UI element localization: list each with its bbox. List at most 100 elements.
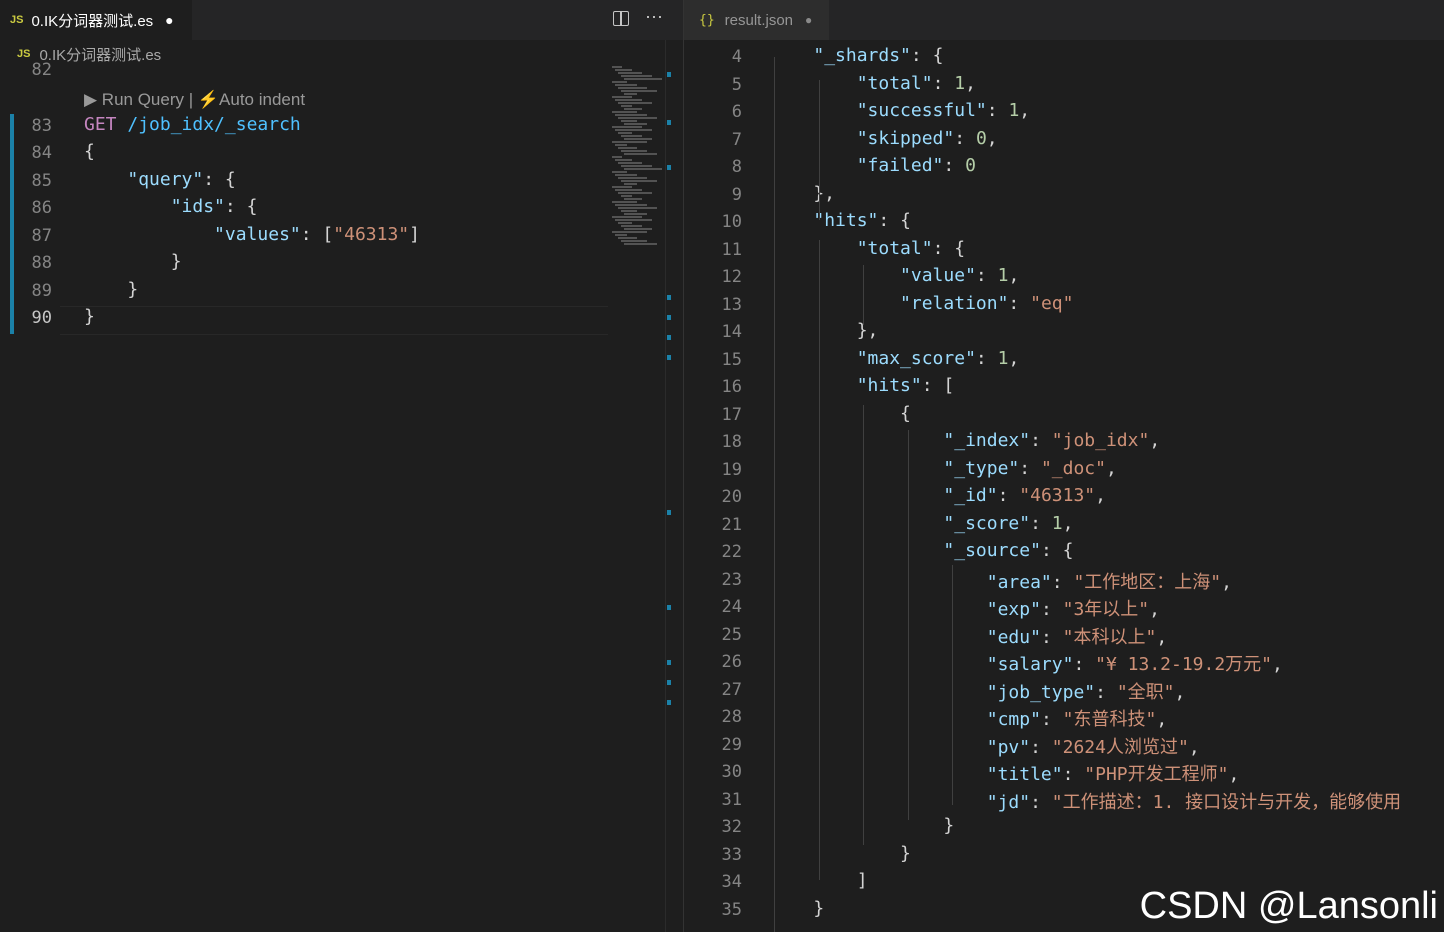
code-token: "hits": [813, 210, 879, 231]
code-line[interactable]: "job_type": "全职",: [770, 678, 1186, 704]
minimap-line: [615, 144, 627, 146]
code-line[interactable]: "max_score": 1,: [770, 347, 1020, 369]
code-line[interactable]: "skipped": 0,: [770, 128, 998, 149]
code-token: "eq": [1030, 292, 1074, 314]
indent-guide: [819, 240, 820, 880]
minimap-line: [615, 174, 637, 176]
minimap-line: [612, 231, 647, 233]
code-token: "skipped": [856, 127, 955, 149]
code-line[interactable]: "_type": "_doc",: [770, 458, 1116, 479]
line-number: 6: [731, 102, 742, 122]
code-line[interactable]: "_index": "job_idx",: [770, 430, 1160, 451]
line-number: 83: [31, 116, 52, 136]
code-token: ,: [1062, 512, 1074, 534]
code-line[interactable]: "failed": 0: [770, 155, 976, 176]
code-line[interactable]: GET /job_idx/_search: [84, 114, 301, 135]
line-number: 32: [721, 817, 742, 837]
code-line[interactable]: "title": "PHP开发工程师",: [770, 760, 1240, 786]
code-token: "46313": [1019, 485, 1096, 506]
code-token: :: [1040, 709, 1063, 730]
scrollbar-marker: [667, 355, 671, 360]
tab-ik-test-file[interactable]: JS 0.IK分词器测试.es ●: [0, 0, 192, 40]
code-line[interactable]: "area": "工作地区：上海",: [770, 568, 1232, 594]
minimap-line: [624, 138, 652, 140]
more-actions-icon[interactable]: ⋯: [645, 8, 663, 26]
minimap-line: [615, 234, 627, 236]
code-token: : [: [921, 375, 955, 396]
code-line[interactable]: },: [770, 183, 835, 204]
tab-result-json[interactable]: {} result.json ●: [684, 0, 829, 40]
code-line[interactable]: }: [770, 898, 824, 919]
code-line[interactable]: "_source": {: [770, 540, 1073, 561]
code-line[interactable]: "query": {: [84, 169, 235, 190]
code-token: "46313": [333, 224, 410, 245]
line-number: 22: [721, 542, 742, 562]
breadcrumb-file[interactable]: 0.IK分词器测试.es: [39, 44, 161, 65]
code-line[interactable]: "total": 1,: [770, 73, 976, 94]
code-line[interactable]: "_id": "46313",: [770, 485, 1106, 506]
minimap-line: [615, 219, 652, 221]
code-line[interactable]: "cmp": "东普科技",: [770, 705, 1167, 731]
code-line[interactable]: }: [84, 279, 138, 300]
code-token: ,: [1149, 430, 1161, 451]
scrollbar-marker: [667, 700, 671, 705]
scrollbar-marker: [667, 605, 671, 610]
code-line[interactable]: "successful": 1,: [770, 100, 1030, 121]
line-number: 33: [721, 844, 742, 865]
minimap-line: [621, 165, 652, 167]
code-line[interactable]: "salary": "¥ 13.2-19.2万元",: [770, 650, 1283, 676]
line-number: 16: [721, 377, 742, 397]
code-line[interactable]: "hits": {: [770, 210, 911, 231]
unsaved-dot-icon[interactable]: ●: [165, 12, 173, 28]
code-line[interactable]: "_shards": {: [770, 45, 943, 66]
code-token: "edu": [986, 626, 1041, 648]
code-line[interactable]: "jd": "工作描述：1. 接口设计与开发，能够使用: [770, 788, 1401, 814]
code-token: ,: [1228, 764, 1240, 785]
code-token: "relation": [900, 292, 1009, 314]
code-line[interactable]: {: [770, 403, 911, 424]
line-number: 29: [721, 734, 742, 755]
auto-indent-link[interactable]: ⚡Auto indent: [198, 90, 305, 109]
query-editor-pane[interactable]: JS 0.IK分词器测试.es ● ⋯ JS 0.IK分词器测试.es ▶ Ru…: [0, 0, 683, 932]
minimap[interactable]: [612, 66, 664, 266]
line-number: 86: [31, 198, 52, 218]
code-line[interactable]: }: [84, 306, 95, 327]
code-line[interactable]: {: [84, 141, 95, 162]
breadcrumb[interactable]: JS 0.IK分词器测试.es: [0, 40, 683, 68]
code-token: "工作描述：1. 接口设计与开发，能够使用: [1051, 791, 1402, 813]
code-token: :: [1030, 430, 1052, 451]
code-line[interactable]: "relation": "eq": [770, 293, 1073, 314]
scrollbar-marker: [667, 315, 671, 320]
editor-scrollbar[interactable]: [665, 40, 683, 932]
run-query-link[interactable]: ▶ Run Query |: [84, 90, 193, 109]
code-line[interactable]: }: [84, 251, 182, 272]
split-editor-icon[interactable]: [613, 11, 629, 26]
code-line[interactable]: "exp": "3年以上",: [770, 595, 1160, 621]
minimap-line: [618, 87, 647, 89]
code-line[interactable]: "pv": "2624人浏览过",: [770, 733, 1200, 759]
code-token: 1: [997, 347, 1009, 369]
minimap-line: [618, 147, 637, 149]
code-line[interactable]: "hits": [: [770, 375, 955, 396]
code-line[interactable]: "value": 1,: [770, 265, 1019, 286]
code-line[interactable]: "edu": "本科以上",: [770, 623, 1167, 649]
code-line[interactable]: "_score": 1,: [770, 513, 1073, 534]
minimap-line: [612, 111, 637, 113]
code-line[interactable]: "ids": {: [84, 196, 258, 217]
unsaved-dot-icon[interactable]: ●: [805, 13, 812, 27]
code-line[interactable]: }: [770, 843, 911, 864]
code-line[interactable]: "values": ["46313"]: [84, 224, 420, 245]
minimap-line: [621, 75, 652, 77]
minimap-line: [612, 141, 647, 143]
code-line[interactable]: "total": {: [770, 238, 965, 259]
minimap-line: [621, 195, 632, 197]
scrollbar-marker: [667, 510, 671, 515]
minimap-line: [612, 126, 642, 128]
result-json-pane[interactable]: {} result.json ● 4 "_shards": {5 "total"…: [684, 0, 1444, 932]
